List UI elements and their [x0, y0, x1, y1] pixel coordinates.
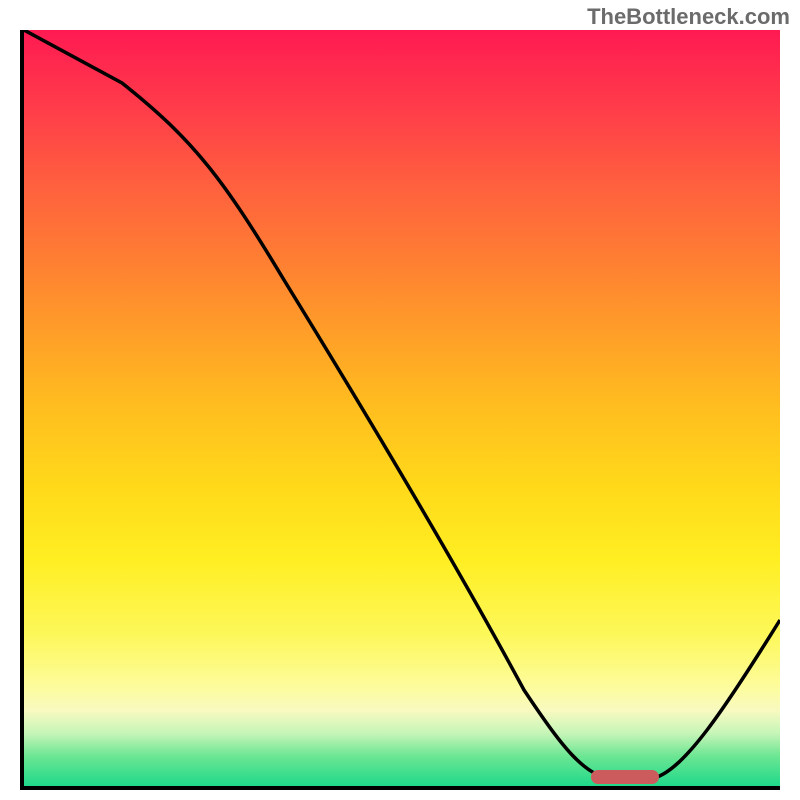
- bottleneck-curve: [24, 30, 780, 780]
- chart-container: TheBottleneck.com: [0, 0, 800, 800]
- plot-area: [20, 30, 780, 790]
- curve-svg: [24, 30, 780, 786]
- watermark-text: TheBottleneck.com: [587, 4, 790, 30]
- optimal-range-marker: [591, 770, 659, 784]
